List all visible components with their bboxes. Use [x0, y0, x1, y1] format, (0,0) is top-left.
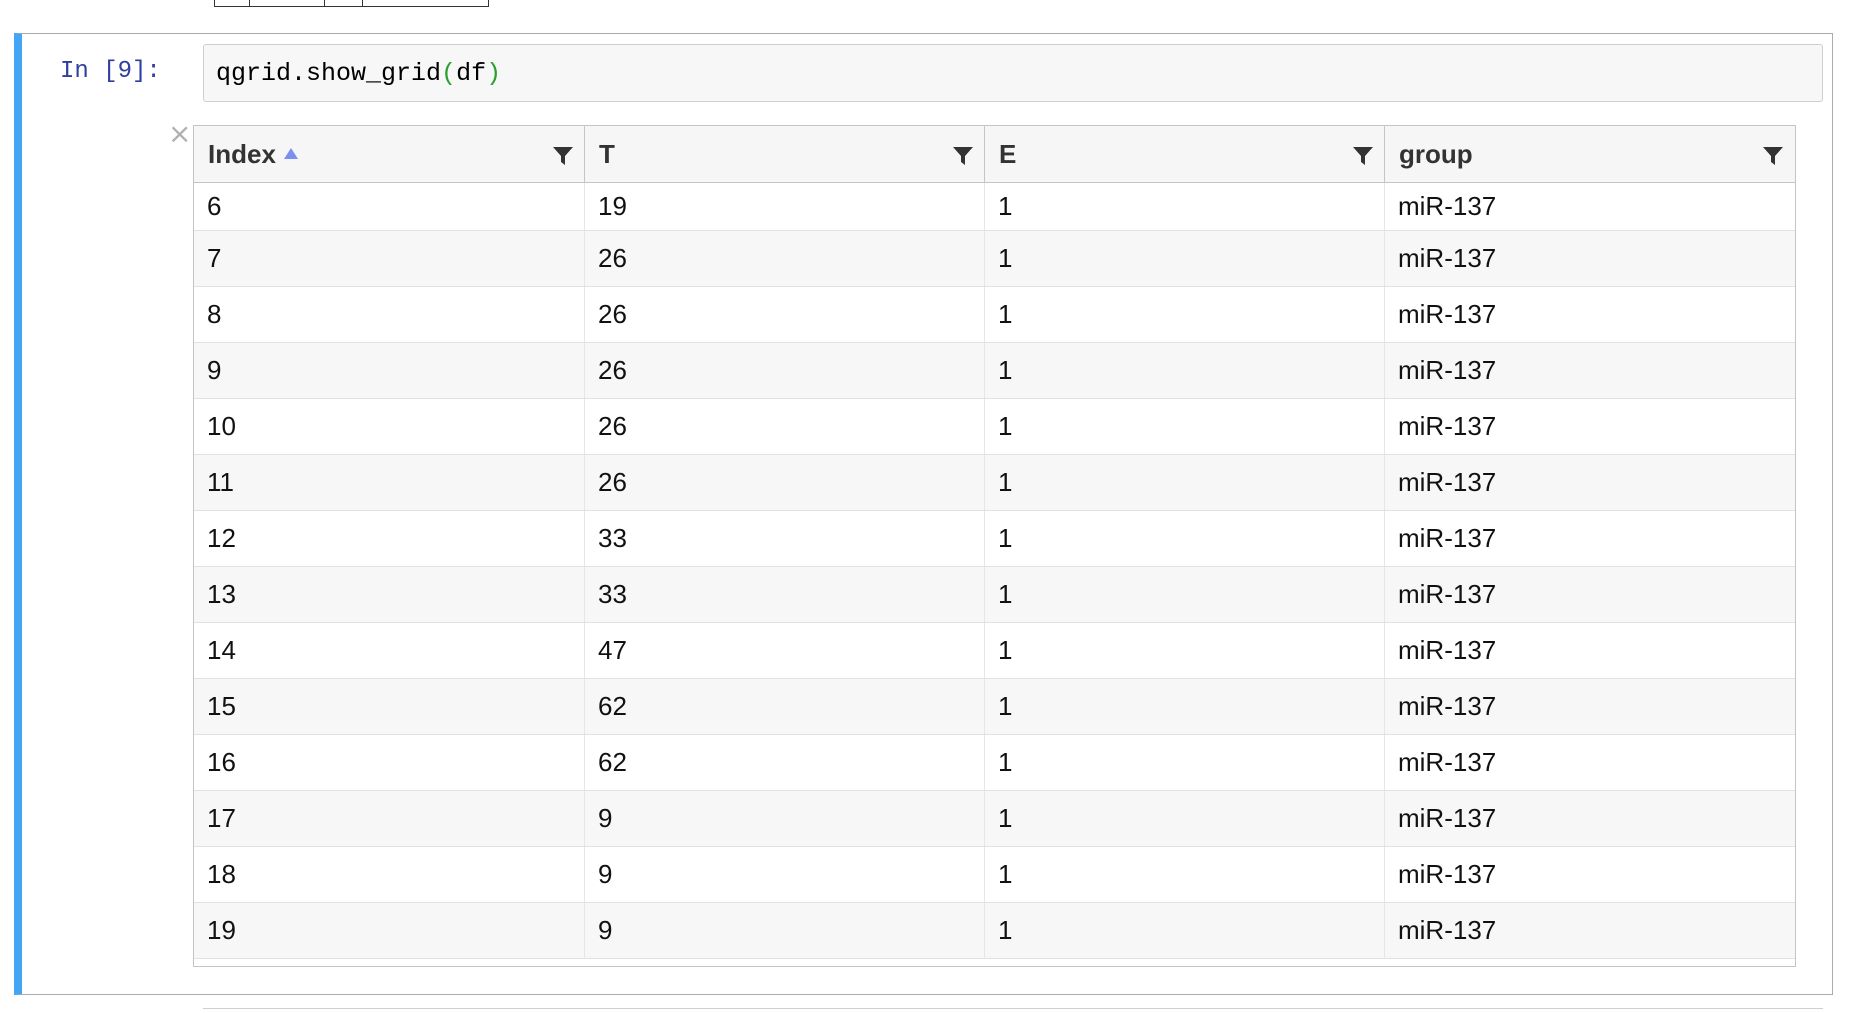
- cell-index[interactable]: 18: [194, 847, 585, 902]
- cell-t[interactable]: 26: [585, 287, 985, 342]
- cell-index[interactable]: 7: [194, 231, 585, 286]
- cell-t[interactable]: 26: [585, 399, 985, 454]
- cell-index[interactable]: 8: [194, 287, 585, 342]
- table-row[interactable]: 6 19 1 miR-137: [194, 183, 1795, 231]
- column-header-index[interactable]: Index: [194, 126, 585, 182]
- cell-group[interactable]: miR-137: [1385, 847, 1794, 902]
- cell-e[interactable]: 1: [985, 679, 1385, 734]
- cell-e[interactable]: 1: [985, 567, 1385, 622]
- filter-icon[interactable]: [952, 145, 974, 167]
- column-header-e[interactable]: E: [985, 126, 1385, 182]
- table-row[interactable]: 17 9 1 miR-137: [194, 791, 1795, 847]
- column-header-label: E: [999, 138, 1017, 169]
- cell-index[interactable]: 16: [194, 735, 585, 790]
- code-paren-open: (: [441, 59, 457, 88]
- cell-index[interactable]: 6: [194, 183, 585, 230]
- cell-group[interactable]: miR-137: [1385, 511, 1794, 566]
- cell-group[interactable]: miR-137: [1385, 623, 1794, 678]
- filter-icon[interactable]: [1762, 145, 1784, 167]
- grid-body: 6 19 1 miR-137 7 26 1 miR-137 8 26 1 miR-137 9 26 1 miR…: [194, 183, 1795, 959]
- cell-e[interactable]: 1: [985, 399, 1385, 454]
- cell-group[interactable]: miR-137: [1385, 287, 1794, 342]
- cell-group[interactable]: miR-137: [1385, 399, 1794, 454]
- column-header-label: group: [1399, 138, 1473, 169]
- filter-icon[interactable]: [552, 145, 574, 167]
- cell-group[interactable]: miR-137: [1385, 903, 1794, 958]
- cell-group[interactable]: miR-137: [1385, 791, 1794, 846]
- cell-index[interactable]: 14: [194, 623, 585, 678]
- cell-t[interactable]: 33: [585, 567, 985, 622]
- table-row[interactable]: 14 47 1 miR-137: [194, 623, 1795, 679]
- close-output-icon[interactable]: ×: [168, 120, 191, 148]
- cell-group[interactable]: miR-137: [1385, 183, 1794, 230]
- column-header-label: Index: [208, 138, 276, 169]
- cell-group[interactable]: miR-137: [1385, 343, 1794, 398]
- cell-t[interactable]: 62: [585, 679, 985, 734]
- cell-t[interactable]: 33: [585, 511, 985, 566]
- cell-group[interactable]: miR-137: [1385, 567, 1794, 622]
- cell-index[interactable]: 10: [194, 399, 585, 454]
- table-row[interactable]: 7 26 1 miR-137: [194, 231, 1795, 287]
- cell-e[interactable]: 1: [985, 847, 1385, 902]
- table-row[interactable]: 19 9 1 miR-137: [194, 903, 1795, 959]
- cell-t[interactable]: 9: [585, 847, 985, 902]
- table-row[interactable]: 12 33 1 miR-137: [194, 511, 1795, 567]
- cell-e[interactable]: 1: [985, 343, 1385, 398]
- code-paren-close: ): [486, 59, 502, 88]
- table-row[interactable]: 18 9 1 miR-137: [194, 847, 1795, 903]
- cell-index[interactable]: 15: [194, 679, 585, 734]
- cell-t[interactable]: 26: [585, 231, 985, 286]
- code-arg: df: [456, 59, 487, 88]
- qgrid-table: Index T E group 6 19 1 miR-137 7 26 1 miR-137 8 2…: [193, 125, 1796, 967]
- column-header-label: T: [599, 138, 615, 169]
- cell-group[interactable]: miR-137: [1385, 735, 1794, 790]
- table-row[interactable]: 9 26 1 miR-137: [194, 343, 1795, 399]
- column-header-group[interactable]: group: [1385, 126, 1794, 182]
- cell-e[interactable]: 1: [985, 511, 1385, 566]
- filter-icon[interactable]: [1352, 145, 1374, 167]
- column-header-t[interactable]: T: [585, 126, 985, 182]
- previous-output-table-fragment: [214, 0, 489, 7]
- cell-e[interactable]: 1: [985, 791, 1385, 846]
- cell-index[interactable]: 17: [194, 791, 585, 846]
- sort-ascending-icon: [283, 147, 298, 159]
- cell-t[interactable]: 47: [585, 623, 985, 678]
- cell-group[interactable]: miR-137: [1385, 679, 1794, 734]
- cell-index[interactable]: 12: [194, 511, 585, 566]
- cell-e[interactable]: 1: [985, 903, 1385, 958]
- cell-index[interactable]: 9: [194, 343, 585, 398]
- cell-e[interactable]: 1: [985, 455, 1385, 510]
- cell-t[interactable]: 26: [585, 455, 985, 510]
- cell-index[interactable]: 11: [194, 455, 585, 510]
- cell-index[interactable]: 13: [194, 567, 585, 622]
- cell-e[interactable]: 1: [985, 623, 1385, 678]
- cell-group[interactable]: miR-137: [1385, 231, 1794, 286]
- cell-t[interactable]: 19: [585, 183, 985, 230]
- code-text: qgrid.show_grid: [216, 59, 442, 88]
- table-row[interactable]: 11 26 1 miR-137: [194, 455, 1795, 511]
- cell-t[interactable]: 62: [585, 735, 985, 790]
- next-cell-fragment: [203, 1008, 1823, 1013]
- table-row[interactable]: 16 62 1 miR-137: [194, 735, 1795, 791]
- table-row[interactable]: 10 26 1 miR-137: [194, 399, 1795, 455]
- cell-t[interactable]: 9: [585, 791, 985, 846]
- table-row[interactable]: 8 26 1 miR-137: [194, 287, 1795, 343]
- cell-t[interactable]: 9: [585, 903, 985, 958]
- cell-group[interactable]: miR-137: [1385, 455, 1794, 510]
- input-prompt: In [9]:: [60, 58, 161, 85]
- cell-e[interactable]: 1: [985, 287, 1385, 342]
- cell-e[interactable]: 1: [985, 183, 1385, 230]
- table-row[interactable]: 13 33 1 miR-137: [194, 567, 1795, 623]
- code-input[interactable]: qgrid.show_grid(df): [203, 44, 1823, 102]
- table-row[interactable]: 15 62 1 miR-137: [194, 679, 1795, 735]
- cell-e[interactable]: 1: [985, 735, 1385, 790]
- cell-t[interactable]: 26: [585, 343, 985, 398]
- grid-header: Index T E group: [194, 126, 1795, 183]
- cell-e[interactable]: 1: [985, 231, 1385, 286]
- cell-index[interactable]: 19: [194, 903, 585, 958]
